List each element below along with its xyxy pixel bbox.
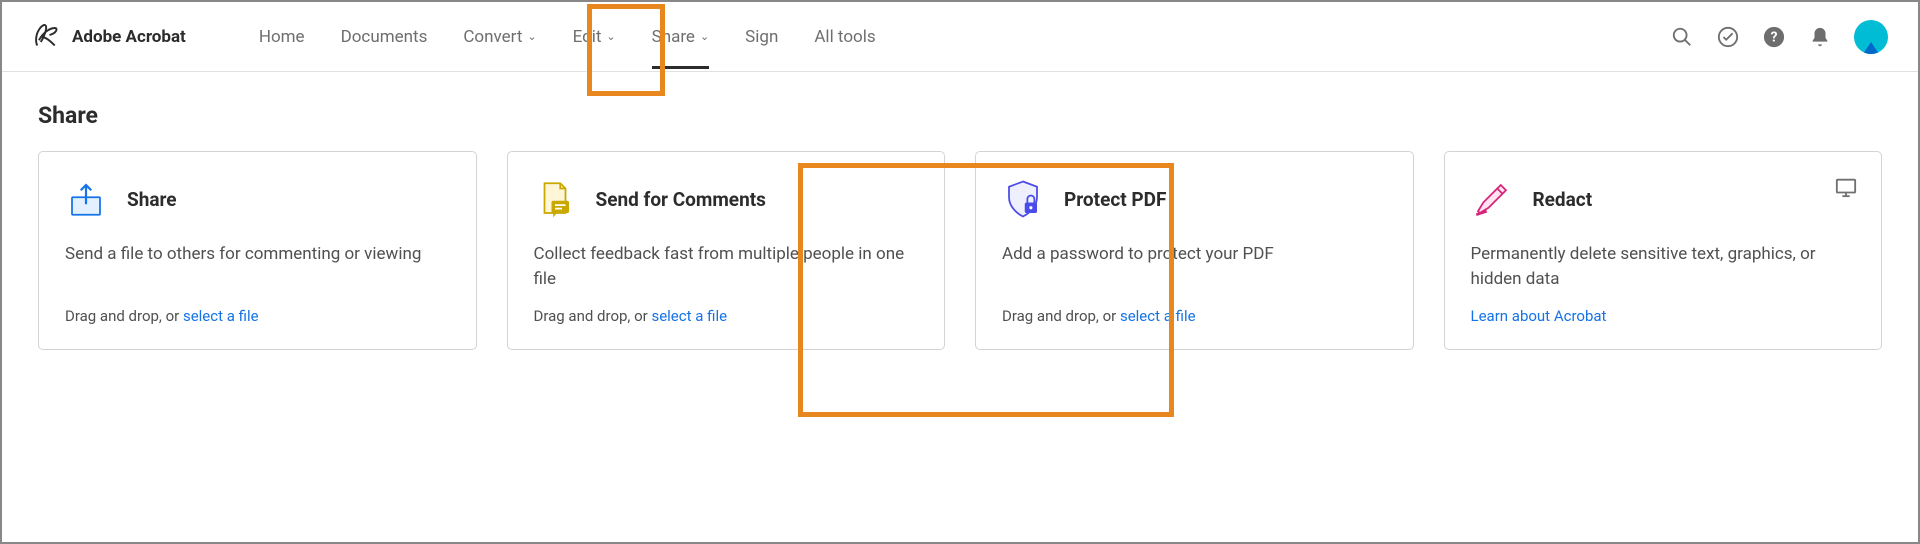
card-title: Share bbox=[127, 188, 177, 211]
nav-all-tools[interactable]: All tools bbox=[796, 7, 893, 67]
logo-area: Adobe Acrobat bbox=[32, 21, 186, 53]
brand-text: Adobe Acrobat bbox=[72, 27, 186, 47]
card-share[interactable]: Share Send a file to others for commenti… bbox=[38, 151, 477, 350]
card-foot: Drag and drop, or select a file bbox=[1002, 307, 1387, 325]
nav-home[interactable]: Home bbox=[241, 7, 323, 67]
card-send-comments[interactable]: Send for Comments Collect feedback fast … bbox=[507, 151, 946, 350]
select-file-link[interactable]: select a file bbox=[651, 307, 727, 325]
card-foot: Learn about Acrobat bbox=[1471, 307, 1856, 325]
card-foot: Drag and drop, or select a file bbox=[65, 307, 450, 325]
chevron-down-icon: ⌄ bbox=[527, 30, 536, 43]
comments-file-icon bbox=[534, 178, 576, 220]
select-file-link[interactable]: select a file bbox=[183, 307, 259, 325]
nav-sign[interactable]: Sign bbox=[727, 7, 796, 67]
avatar[interactable] bbox=[1854, 20, 1888, 54]
desktop-icon bbox=[1835, 176, 1857, 198]
checkmark-circle-icon[interactable] bbox=[1716, 25, 1740, 49]
search-icon[interactable] bbox=[1670, 25, 1694, 49]
cards-row: Share Send a file to others for commenti… bbox=[38, 151, 1882, 350]
card-protect-pdf[interactable]: Protect PDF Add a password to protect yo… bbox=[975, 151, 1414, 350]
share-upload-icon bbox=[65, 178, 107, 220]
card-desc: Collect feedback fast from multiple peop… bbox=[534, 242, 919, 291]
shield-lock-icon bbox=[1002, 178, 1044, 220]
card-head: Share bbox=[65, 178, 450, 220]
card-head: Send for Comments bbox=[534, 178, 919, 220]
card-desc: Permanently delete sensitive text, graph… bbox=[1471, 242, 1856, 291]
select-file-link[interactable]: select a file bbox=[1120, 307, 1196, 325]
bell-icon[interactable] bbox=[1808, 25, 1832, 49]
chevron-down-icon: ⌄ bbox=[606, 30, 615, 43]
header: Adobe Acrobat Home Documents Convert⌄ Ed… bbox=[2, 2, 1918, 72]
nav-edit[interactable]: Edit⌄ bbox=[555, 7, 634, 67]
help-icon[interactable]: ? bbox=[1762, 25, 1786, 49]
card-title: Redact bbox=[1533, 188, 1593, 211]
page-title: Share bbox=[38, 102, 1882, 129]
card-desc: Add a password to protect your PDF bbox=[1002, 242, 1387, 267]
nav-share[interactable]: Share⌄ bbox=[634, 7, 728, 67]
redact-marker-icon bbox=[1471, 178, 1513, 220]
learn-link[interactable]: Learn about Acrobat bbox=[1471, 307, 1607, 325]
nav-convert[interactable]: Convert⌄ bbox=[445, 7, 554, 67]
nav-documents[interactable]: Documents bbox=[323, 7, 446, 67]
card-title: Protect PDF bbox=[1064, 188, 1166, 211]
main-nav: Home Documents Convert⌄ Edit⌄ Share⌄ Sig… bbox=[241, 7, 894, 67]
page-content: Share Share Send a file to others for co… bbox=[2, 72, 1918, 380]
card-desc: Send a file to others for commenting or … bbox=[65, 242, 450, 267]
chevron-down-icon: ⌄ bbox=[700, 30, 709, 43]
card-foot: Drag and drop, or select a file bbox=[534, 307, 919, 325]
acrobat-logo-icon bbox=[32, 21, 60, 53]
header-right: ? bbox=[1670, 20, 1888, 54]
card-title: Send for Comments bbox=[596, 188, 766, 211]
card-head: Redact bbox=[1471, 178, 1856, 220]
svg-text:?: ? bbox=[1771, 29, 1778, 45]
card-redact[interactable]: Redact Permanently delete sensitive text… bbox=[1444, 151, 1883, 350]
card-head: Protect PDF bbox=[1002, 178, 1387, 220]
